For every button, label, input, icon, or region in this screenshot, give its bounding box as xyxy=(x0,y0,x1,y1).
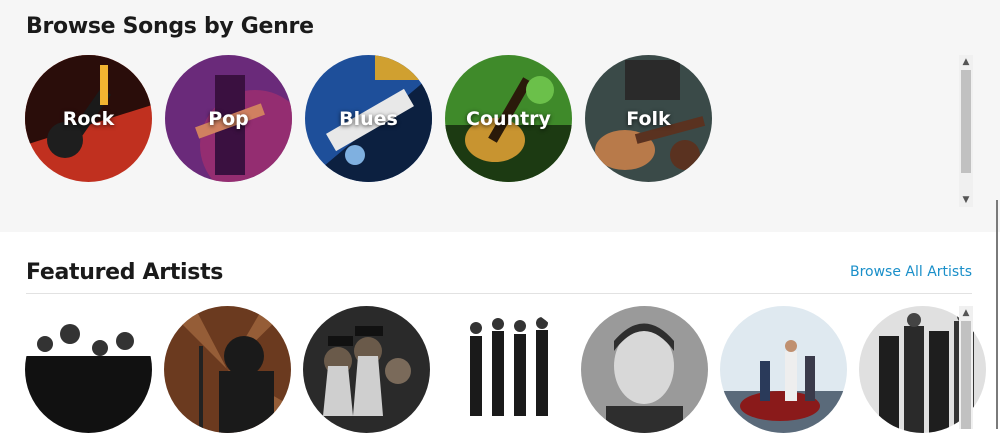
artist-photo xyxy=(442,306,569,433)
scroll-up-icon[interactable]: ▲ xyxy=(959,55,973,69)
artist-photo xyxy=(303,306,430,433)
scrollbar-thumb[interactable] xyxy=(961,70,971,173)
artist-photo xyxy=(581,306,708,433)
scroll-down-icon[interactable]: ▼ xyxy=(959,193,973,207)
artists-section-title: Featured Artists xyxy=(26,260,224,285)
genre-scrollbar[interactable]: ▲ ▼ xyxy=(959,55,973,207)
artist-photo xyxy=(25,306,152,433)
artist-photo xyxy=(164,306,291,433)
artist-card-5[interactable] xyxy=(581,306,708,433)
genre-card-pop[interactable]: Pop xyxy=(165,55,292,182)
page-scrollbar-edge xyxy=(996,200,998,429)
artist-photo xyxy=(720,306,847,433)
artist-card-6[interactable] xyxy=(720,306,847,433)
genre-section-title: Browse Songs by Genre xyxy=(26,14,314,39)
artist-scrollbar[interactable]: ▲ xyxy=(959,306,973,429)
genre-label: Blues xyxy=(339,107,398,130)
genre-section: Browse Songs by Genre Rock Pop Blues Cou… xyxy=(0,0,1000,232)
artist-card-1[interactable] xyxy=(25,306,152,433)
genre-list: Rock Pop Blues Country Folk xyxy=(25,55,712,182)
genre-label: Pop xyxy=(208,107,249,130)
scrollbar-thumb[interactable] xyxy=(961,321,971,429)
genre-card-folk[interactable]: Folk xyxy=(585,55,712,182)
genre-card-country[interactable]: Country xyxy=(445,55,572,182)
artist-card-3[interactable] xyxy=(303,306,430,433)
genre-label: Folk xyxy=(626,107,671,130)
artist-list xyxy=(25,306,986,433)
genre-label: Rock xyxy=(62,107,115,130)
browse-all-artists-link[interactable]: Browse All Artists xyxy=(850,264,972,280)
genre-card-blues[interactable]: Blues xyxy=(305,55,432,182)
artist-section: Featured Artists Browse All Artists ▲ xyxy=(0,232,1000,433)
artist-card-2[interactable] xyxy=(164,306,291,433)
genre-label: Country xyxy=(466,107,551,130)
scroll-up-icon[interactable]: ▲ xyxy=(959,306,973,320)
section-divider xyxy=(26,293,972,294)
genre-card-rock[interactable]: Rock xyxy=(25,55,152,182)
artist-card-4[interactable] xyxy=(442,306,569,433)
